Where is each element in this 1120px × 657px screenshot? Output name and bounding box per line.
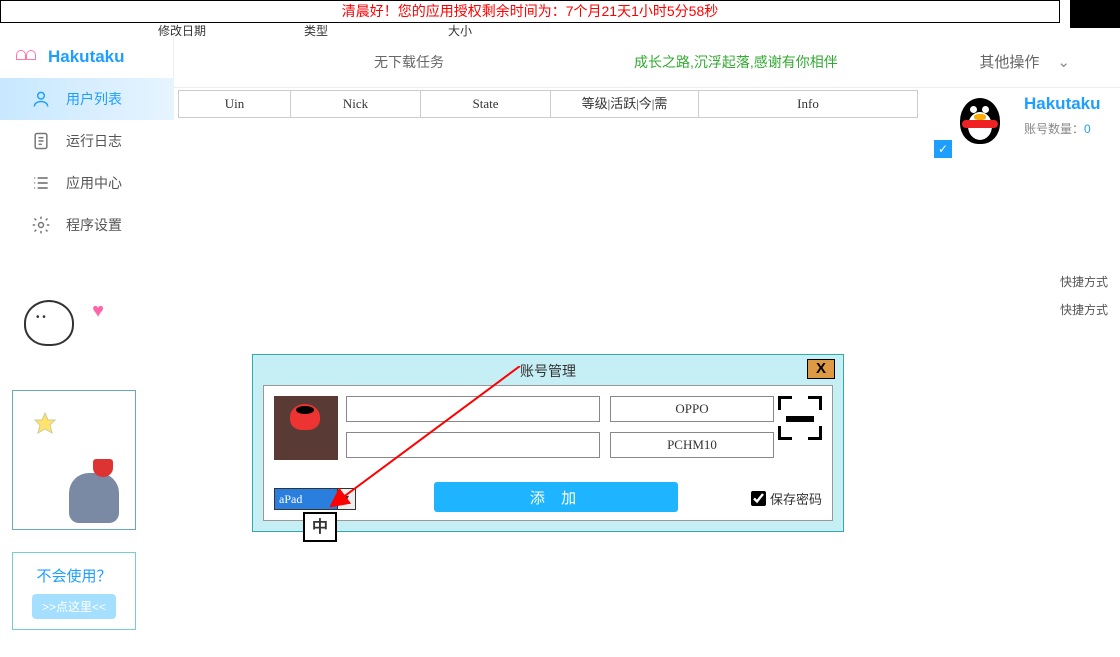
device-select[interactable]: aPad ▾ — [274, 488, 356, 510]
ime-indicator: 中 — [303, 512, 337, 542]
table-header: Uin Nick State 等级|活跃|今|需 Info — [178, 90, 918, 118]
help-question: 不会使用？ — [13, 565, 135, 586]
right-panel: ✓ Hakutaku 账号数量：0 快捷方式 快捷方式 — [950, 88, 1120, 154]
user-icon — [30, 88, 52, 110]
nav-users[interactable]: 用户列表 — [0, 78, 174, 120]
close-button[interactable]: X — [807, 359, 835, 379]
modal-body: OPPO PCHM10 aPad ▾ 添 加 保存密码 — [263, 385, 833, 521]
save-password-checkbox[interactable]: 保存密码 — [751, 489, 822, 508]
modal-title: 账号管理 — [253, 361, 843, 381]
th-nick: Nick — [291, 91, 421, 117]
auth-banner: 清晨好！您的应用授权剩余时间为：7个月21天1小时5分58秒 — [0, 0, 1060, 23]
th-info: Info — [699, 91, 917, 117]
nav-apps[interactable]: 应用中心 — [0, 162, 174, 204]
nav-settings[interactable]: 程序设置 — [0, 204, 174, 246]
avatar-image — [274, 396, 338, 460]
heart-icon: ♥ — [92, 300, 104, 323]
th-misc: 等级|活跃|今|需 — [551, 91, 699, 117]
star-icon — [33, 411, 57, 435]
sidebar: Hakutaku 用户列表 运行日志 应用中心 程序设置 — [0, 36, 174, 246]
save-pw-input[interactable] — [751, 491, 766, 506]
account-count: 账号数量：0 — [1024, 120, 1091, 137]
nav-label: 运行日志 — [66, 131, 122, 151]
account-modal: 账号管理 X OPPO PCHM10 aPad ▾ 添 加 保存密码 — [252, 354, 844, 532]
th-uin: Uin — [179, 91, 291, 117]
emoji-decoration: ♥ — [24, 300, 114, 360]
bg-column-headers: 修改日期 类型 大小 — [0, 22, 1080, 36]
help-box: 不会使用？ >>点这里<< — [12, 552, 136, 630]
log-icon — [30, 130, 52, 152]
nav-label: 程序设置 — [66, 215, 122, 235]
brand-row: Hakutaku — [0, 36, 174, 78]
gear-icon — [30, 214, 52, 236]
help-button[interactable]: >>点这里<< — [32, 594, 116, 619]
nav-label: 用户列表 — [66, 89, 122, 109]
check-badge-icon: ✓ — [934, 140, 952, 158]
motto-text: 成长之路,沉浮起落,感谢有你相伴 — [634, 52, 838, 72]
shortcut-list: 快捷方式 快捷方式 — [1060, 268, 1120, 324]
other-ops-menu[interactable]: 其他操作 ⌄ — [979, 51, 1070, 72]
decoration-box — [12, 390, 136, 530]
nav-label: 应用中心 — [66, 173, 122, 193]
nav-logs[interactable]: 运行日志 — [0, 120, 174, 162]
model-field[interactable]: PCHM10 — [610, 432, 774, 458]
cat-icon — [69, 473, 119, 523]
qr-scan-icon[interactable] — [778, 396, 822, 440]
account-input[interactable] — [346, 396, 600, 422]
password-input[interactable] — [346, 432, 600, 458]
penguin-avatar: ✓ — [950, 88, 1016, 154]
panel-title: Hakutaku — [1024, 94, 1101, 114]
add-button[interactable]: 添 加 — [434, 482, 678, 512]
brand-icon — [16, 50, 36, 64]
brand-text: Hakutaku — [48, 47, 125, 67]
brand-field[interactable]: OPPO — [610, 396, 774, 422]
dropdown-arrow-icon: ▾ — [337, 489, 355, 509]
th-state: State — [421, 91, 551, 117]
main-header: 无下载任务 成长之路,沉浮起落,感谢有你相伴 其他操作 ⌄ — [174, 36, 1120, 88]
download-status: 无下载任务 — [374, 52, 444, 72]
list-icon — [30, 172, 52, 194]
chevron-down-icon: ⌄ — [1057, 53, 1070, 71]
